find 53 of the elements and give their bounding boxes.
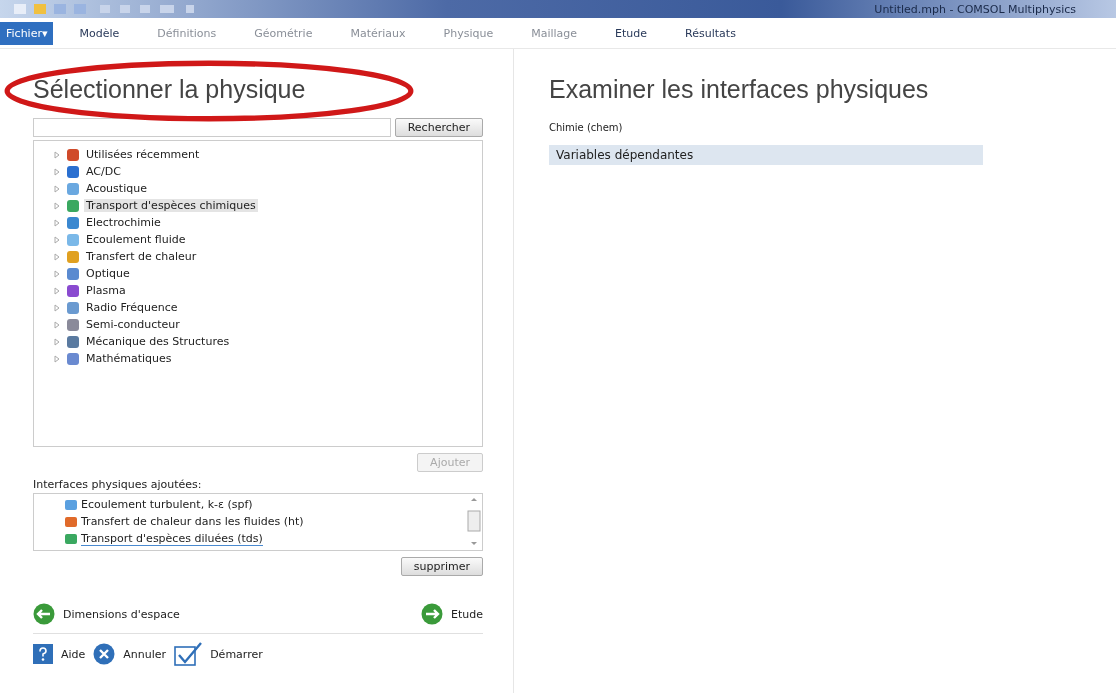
panel-title: Examiner les interfaces physiques	[549, 75, 930, 104]
tree-item[interactable]: Semi-conducteur	[84, 318, 182, 331]
tree-item[interactable]: Radio Fréquence	[84, 301, 180, 314]
physics-icon	[66, 266, 80, 281]
back-button[interactable]: Dimensions d'espace	[33, 603, 180, 625]
help-icon	[33, 644, 53, 664]
tree-item[interactable]: Transfert de chaleur	[84, 250, 199, 263]
tree-item[interactable]: Mécanique des Structures	[84, 335, 232, 348]
tree-item[interactable]: Acoustique	[84, 182, 149, 195]
list-item[interactable]: Transport d'espèces diluées (tds)	[81, 531, 263, 546]
next-button[interactable]: Etude	[421, 603, 483, 625]
tree-item[interactable]: Optique	[84, 267, 132, 280]
ribbon-tab[interactable]: Etude	[601, 22, 662, 44]
ribbon-tab[interactable]: Modèle	[65, 22, 134, 44]
search-button[interactable]: Rechercher	[394, 118, 483, 137]
physics-icon	[66, 147, 80, 162]
tree-item[interactable]: Electrochimie	[84, 216, 163, 229]
ribbon-tab[interactable]: Résultats	[671, 22, 750, 44]
panel-title: Sélectionner la physique	[33, 75, 306, 103]
tree-item[interactable]: Utilisées récemment	[84, 148, 202, 161]
section-label: Chimie (chem)	[549, 122, 624, 133]
section-row[interactable]: Variables dépendantes	[549, 145, 983, 165]
list-item[interactable]: Transfert de chaleur dans les fluides (ht)	[81, 515, 304, 528]
interface-icon	[64, 498, 78, 511]
tree-item[interactable]: Ecoulement fluide	[84, 233, 188, 246]
physics-icon	[66, 283, 80, 298]
interface-icon	[64, 515, 78, 528]
ribbon-tab[interactable]: Fichier▾	[0, 21, 54, 45]
window-title: Untitled.mph - COMSOL Multiphysics	[874, 2, 1076, 16]
physics-icon	[66, 351, 80, 366]
physics-icon	[66, 334, 80, 349]
physics-icon	[66, 249, 80, 264]
physics-icon	[66, 232, 80, 247]
checkbox-tick-icon	[174, 642, 203, 666]
tree-item[interactable]: AC/DC	[84, 165, 123, 178]
physics-icon	[66, 181, 80, 196]
tree-item[interactable]: Plasma	[84, 284, 128, 297]
physics-icon	[66, 317, 80, 332]
tree-item[interactable]: Mathématiques	[84, 352, 174, 365]
cancel-icon	[93, 643, 116, 665]
search-field[interactable]	[33, 118, 391, 137]
action-button[interactable]: Annuler	[93, 642, 167, 666]
action-button[interactable]: Aide	[33, 642, 86, 666]
tree-item[interactable]: Transport d'espèces chimiques	[84, 199, 258, 212]
added-list-label: Interfaces physiques ajoutées:	[33, 478, 203, 491]
interface-icon	[64, 532, 78, 545]
remove-button[interactable]: supprimer	[400, 557, 483, 576]
physics-icon	[66, 198, 80, 213]
physics-icon	[66, 164, 80, 179]
physics-icon	[66, 300, 80, 315]
action-button[interactable]: Démarrer	[174, 642, 263, 666]
list-item[interactable]: Ecoulement turbulent, k-ε (spf)	[81, 498, 253, 511]
physics-icon	[66, 215, 80, 230]
